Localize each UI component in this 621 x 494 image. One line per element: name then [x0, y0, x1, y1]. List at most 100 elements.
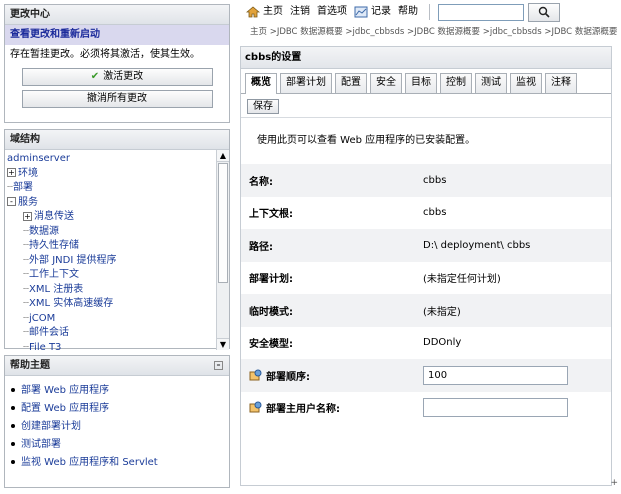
tree-item-label: File T3: [29, 341, 62, 351]
tree-item[interactable]: ┄XML 实体高速缓存: [7, 297, 215, 312]
bullet-icon: [11, 388, 15, 392]
setting-label: 部署计划:: [241, 270, 423, 285]
help-topic-link[interactable]: 创建部署计划: [11, 418, 229, 436]
scroll-up-icon[interactable]: ▲: [217, 150, 229, 162]
tab-4[interactable]: 目标: [405, 73, 437, 93]
help-topic-label: 创建部署计划: [21, 421, 81, 432]
settings-panel: cbbs的设置 概览 部署计划 配置 安全 目标 控制 测试 监视 注释 保存 使用此页可以查看…: [240, 46, 612, 486]
setting-value: cbbs: [423, 207, 447, 219]
setting-value: cbbs: [423, 174, 447, 186]
tree-item-label: 环境: [18, 167, 38, 179]
search-button[interactable]: [528, 2, 560, 22]
setting-label-text: 部署主用户名称:: [266, 404, 340, 416]
tab-6[interactable]: 测试: [475, 73, 507, 93]
resize-handle-icon[interactable]: +: [610, 478, 618, 488]
minimize-icon[interactable]: –: [214, 361, 223, 370]
home-label: 主页: [263, 6, 283, 17]
settings-tabs: 概览 部署计划 配置 安全 目标 控制 测试 监视 注释: [241, 69, 611, 94]
tree-item-label: 服务: [18, 196, 38, 208]
setting-row: 部署主用户名称:: [241, 392, 611, 425]
tree-item-label: 持久性存储: [29, 240, 80, 251]
tree-item[interactable]: ┄数据源: [7, 225, 215, 240]
setting-label-text: 名称:: [249, 176, 273, 188]
tree-item[interactable]: ┄File T3: [7, 341, 215, 351]
tab-3[interactable]: 安全: [370, 73, 402, 93]
tree-item-label: 邮件会话: [29, 327, 70, 338]
activate-changes-label: 激活更改: [103, 71, 144, 82]
setting-row: 部署计划: (未指定任何计划): [241, 262, 611, 295]
setting-row: 安全模型: DDOnly: [241, 327, 611, 360]
tree-item[interactable]: ┄邮件会话: [7, 326, 215, 341]
help-topic-link[interactable]: 测试部署: [11, 436, 229, 454]
setting-label-text: 部署顺序:: [266, 371, 310, 383]
tab-7[interactable]: 监视: [510, 73, 542, 93]
record-link[interactable]: 记录: [354, 0, 391, 24]
help-topics-title: 帮助主题: [10, 360, 50, 371]
scroll-down-icon[interactable]: ▼: [217, 338, 229, 350]
save-button[interactable]: 保存: [247, 99, 279, 114]
change-center-title[interactable]: 查看更改和重新启动: [5, 25, 229, 45]
change-center-header: 更改中心: [5, 5, 229, 25]
help-topic-link[interactable]: 部署 Web 应用程序: [11, 382, 229, 400]
bullet-icon: [11, 442, 15, 446]
help-topic-label: 测试部署: [21, 439, 61, 450]
deployment-setting-icon: [249, 369, 262, 381]
tab-2[interactable]: 配置: [335, 73, 367, 93]
setting-label-text: 上下文根:: [249, 209, 293, 221]
tree-item-label: 部署: [13, 182, 34, 193]
bullet-icon: [11, 424, 15, 428]
tab-0[interactable]: 概览: [245, 73, 277, 94]
setting-label: 部署主用户名称:: [241, 400, 423, 415]
tree-item[interactable]: + 环境: [7, 167, 215, 182]
page-title: cbbs的设置: [241, 47, 611, 69]
help-topic-link[interactable]: 监视 Web 应用程序和 Servlet: [11, 454, 229, 472]
top-toolbar: 主页 注销 首选项 记录 帮助: [240, 0, 621, 24]
setting-label-text: 临时模式:: [249, 306, 293, 318]
help-link[interactable]: 帮助: [398, 0, 418, 24]
tree-item-label: XML 实体高速缓存: [29, 298, 114, 309]
record-icon: [354, 6, 368, 18]
help-topics-panel: 帮助主题 – 部署 Web 应用程序配置 Web 应用程序 创建部署计划 测试部署监…: [4, 355, 230, 488]
settings-fields: 名称: cbbs 上下文根: cbbs 路径: D:\ deployment\ cbbs 部…: [241, 164, 611, 424]
setting-value: (未指定任何计划): [423, 274, 501, 286]
bullet-icon: [11, 460, 15, 464]
setting-label: 上下文根:: [241, 205, 423, 220]
tab-1[interactable]: 部署计划: [280, 73, 332, 93]
tree-item[interactable]: ┄持久性存储: [7, 239, 215, 254]
help-topic-link[interactable]: 配置 Web 应用程序: [11, 400, 229, 418]
undo-all-changes-button[interactable]: 撤消所有更改: [21, 90, 213, 108]
scroll-thumb[interactable]: [218, 163, 228, 283]
logout-link[interactable]: 注销: [290, 0, 310, 24]
collapse-icon[interactable]: -: [7, 197, 16, 206]
tree-item[interactable]: ┄部署: [7, 181, 215, 196]
search-input[interactable]: [438, 3, 524, 21]
tab-5[interactable]: 控制: [440, 73, 472, 93]
tree-item[interactable]: ┄外部 JNDI 提供程序: [7, 254, 215, 269]
tree-root-adminserver[interactable]: adminserver: [7, 152, 215, 167]
preferences-link[interactable]: 首选项: [317, 0, 347, 24]
left-column: 更改中心 查看更改和重新启动 存在暂挂更改。必须将其激活，使其生效。 ✔ 激活更改…: [4, 4, 230, 494]
tree-item[interactable]: - 服务: [7, 196, 215, 211]
deployment-order-input[interactable]: 100: [423, 365, 568, 385]
domain-tree: adminserver + 环境 ┄部署 - 服务 + 消息传送 ┄数据源 ┄持久性存储 ┄外部 …: [5, 150, 229, 350]
tree-item-label: 工作上下文: [29, 269, 80, 280]
help-topic-label: 配置 Web 应用程序: [21, 403, 110, 414]
tree-item[interactable]: ┄jCOM: [7, 312, 215, 327]
tab-8[interactable]: 注释: [545, 73, 577, 93]
tree-item[interactable]: ┄工作上下文: [7, 268, 215, 283]
domain-tree-content: adminserver + 环境 ┄部署 - 服务 + 消息传送 ┄数据源 ┄持久性存储 ┄外部 …: [7, 152, 215, 350]
help-topics-list: 部署 Web 应用程序配置 Web 应用程序 创建部署计划 测试部署监视 Web 应…: [5, 376, 229, 478]
setting-row: 名称: cbbs: [241, 164, 611, 197]
home-link[interactable]: 主页: [246, 0, 283, 24]
activate-changes-button[interactable]: ✔ 激活更改: [21, 68, 213, 86]
setting-value: (未指定): [423, 306, 461, 318]
tree-item-label: jCOM: [29, 312, 56, 324]
expand-icon[interactable]: +: [7, 168, 16, 177]
setting-label-text: 路径:: [249, 241, 273, 253]
expand-icon[interactable]: +: [23, 211, 32, 221]
tree-item[interactable]: ┄XML 注册表: [7, 283, 215, 298]
tree-item[interactable]: + 消息传送: [7, 210, 215, 225]
breadcrumb[interactable]: 主页 >JDBC 数据源概要 >jdbc_cbbsds >JDBC 数据源概要 …: [240, 24, 621, 40]
deployment-principal-input[interactable]: [423, 398, 568, 418]
tree-scrollbar[interactable]: ▲ ▼: [216, 150, 229, 350]
